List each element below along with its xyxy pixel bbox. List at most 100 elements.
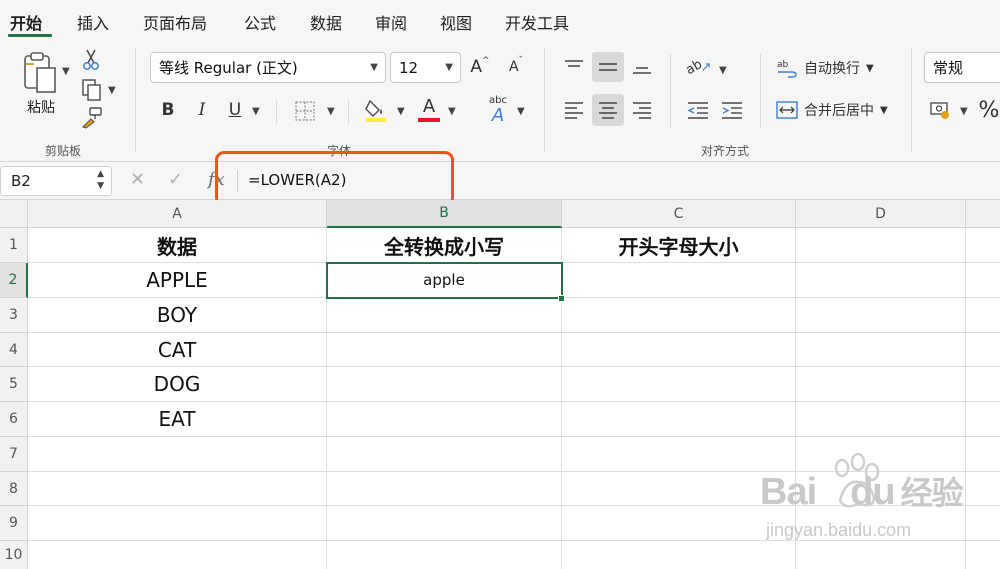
column-header-d[interactable]: D [796, 200, 966, 228]
align-right-button[interactable] [626, 94, 658, 126]
accounting-format-button[interactable] [928, 96, 952, 124]
font-size-select[interactable]: 12 ▼ [390, 52, 461, 83]
cell-e8[interactable] [966, 472, 1000, 506]
row-header-6[interactable]: 6 [0, 402, 28, 437]
number-format-select[interactable]: 常规 [924, 52, 1000, 83]
select-all-corner[interactable] [0, 200, 28, 228]
decrease-font-size-button[interactable]: Aˇ [503, 54, 529, 80]
name-box[interactable]: B2 ▲ ▼ [0, 166, 112, 196]
align-top-button[interactable] [558, 52, 590, 82]
merge-center-button[interactable]: 合并后居中 ▼ [776, 96, 898, 124]
percent-button[interactable]: % [978, 96, 1000, 124]
cell-c3[interactable] [562, 298, 796, 333]
font-color-dropdown-icon[interactable]: ▼ [448, 106, 456, 117]
underline-button[interactable]: U [222, 96, 248, 124]
cell-c7[interactable] [562, 437, 796, 472]
column-header-b[interactable]: B [327, 200, 562, 228]
cell-c10[interactable] [562, 541, 796, 569]
cell-d3[interactable] [796, 298, 966, 333]
cell-b9[interactable] [327, 506, 562, 541]
cell-c5[interactable] [562, 367, 796, 402]
cell-a2[interactable]: APPLE [28, 263, 327, 298]
cell-b2[interactable]: apple [327, 263, 562, 298]
increase-indent-button[interactable] [718, 96, 746, 124]
align-middle-button[interactable] [592, 52, 624, 82]
row-header-4[interactable]: 4 [0, 333, 28, 367]
cell-d5[interactable] [796, 367, 966, 402]
cell-d4[interactable] [796, 333, 966, 367]
orientation-dropdown-icon[interactable]: ▼ [719, 65, 727, 76]
align-bottom-button[interactable] [626, 52, 658, 82]
font-color-button[interactable]: A [415, 96, 443, 124]
cell-e1[interactable] [966, 228, 1000, 263]
align-left-button[interactable] [558, 94, 590, 126]
wrap-text-button[interactable]: ab 自动换行 ▼ [776, 54, 886, 82]
cell-b4[interactable] [327, 333, 562, 367]
cell-c1[interactable]: 开头字母大小 [562, 228, 796, 263]
cell-a8[interactable] [28, 472, 327, 506]
cell-b10[interactable] [327, 541, 562, 569]
cell-c6[interactable] [562, 402, 796, 437]
cell-e3[interactable] [966, 298, 1000, 333]
column-header-c[interactable]: C [562, 200, 796, 228]
borders-dropdown-icon[interactable]: ▼ [327, 106, 335, 117]
fill-color-dropdown-icon[interactable]: ▼ [397, 106, 405, 117]
tab-view[interactable]: 视图 [440, 10, 472, 34]
cell-b6[interactable] [327, 402, 562, 437]
row-header-8[interactable]: 8 [0, 472, 28, 506]
cell-a5[interactable]: DOG [28, 367, 327, 402]
cut-button[interactable] [80, 48, 102, 72]
cell-b8[interactable] [327, 472, 562, 506]
fill-handle[interactable] [558, 295, 565, 302]
tab-formulas[interactable]: 公式 [244, 10, 276, 34]
cell-e7[interactable] [966, 437, 1000, 472]
cell-d10[interactable] [796, 541, 966, 569]
row-header-9[interactable]: 9 [0, 506, 28, 541]
cell-e9[interactable] [966, 506, 1000, 541]
phonetic-guide-button[interactable]: abc A [484, 94, 512, 126]
tab-data[interactable]: 数据 [310, 10, 342, 34]
cell-b3[interactable] [327, 298, 562, 333]
tab-developer[interactable]: 开发工具 [505, 10, 569, 34]
paste-dropdown-icon[interactable]: ▼ [62, 66, 70, 77]
cell-a7[interactable] [28, 437, 327, 472]
cell-e5[interactable] [966, 367, 1000, 402]
orientation-button[interactable]: ab ↗ [684, 52, 714, 82]
cell-a9[interactable] [28, 506, 327, 541]
cell-b5[interactable] [327, 367, 562, 402]
row-header-2[interactable]: 2 [0, 263, 28, 298]
cell-b1[interactable]: 全转换成小写 [327, 228, 562, 263]
cell-a3[interactable]: BOY [28, 298, 327, 333]
confirm-edit-icon[interactable]: ✓ [168, 169, 183, 190]
copy-dropdown-icon[interactable]: ▼ [108, 85, 116, 96]
row-header-5[interactable]: 5 [0, 367, 28, 402]
format-painter-button[interactable] [80, 106, 104, 130]
cell-a1[interactable]: 数据 [28, 228, 327, 263]
cell-e10[interactable] [966, 541, 1000, 569]
cell-d6[interactable] [796, 402, 966, 437]
cell-e6[interactable] [966, 402, 1000, 437]
tab-home[interactable]: 开始 [10, 10, 42, 34]
cell-c4[interactable] [562, 333, 796, 367]
tab-page-layout[interactable]: 页面布局 [143, 10, 207, 34]
column-header-e[interactable] [966, 200, 1000, 228]
italic-button[interactable]: I [189, 96, 215, 124]
increase-font-size-button[interactable]: A ^ [467, 54, 493, 80]
column-header-a[interactable]: A [28, 200, 327, 228]
tab-insert[interactable]: 插入 [77, 10, 109, 34]
cell-e2[interactable] [966, 263, 1000, 298]
bold-button[interactable]: B [155, 96, 181, 124]
copy-button[interactable] [80, 78, 104, 102]
caret-down-icon[interactable]: ▼ [97, 181, 104, 191]
row-header-7[interactable]: 7 [0, 437, 28, 472]
caret-up-icon[interactable]: ▲ [97, 169, 104, 179]
fill-color-button[interactable] [362, 96, 390, 124]
cell-a4[interactable]: CAT [28, 333, 327, 367]
cell-b7[interactable] [327, 437, 562, 472]
underline-dropdown-icon[interactable]: ▼ [252, 106, 260, 117]
paste-button[interactable] [14, 50, 64, 94]
phonetic-dropdown-icon[interactable]: ▼ [517, 106, 525, 117]
cell-c2[interactable] [562, 263, 796, 298]
cell-d1[interactable] [796, 228, 966, 263]
decrease-indent-button[interactable] [684, 96, 712, 124]
